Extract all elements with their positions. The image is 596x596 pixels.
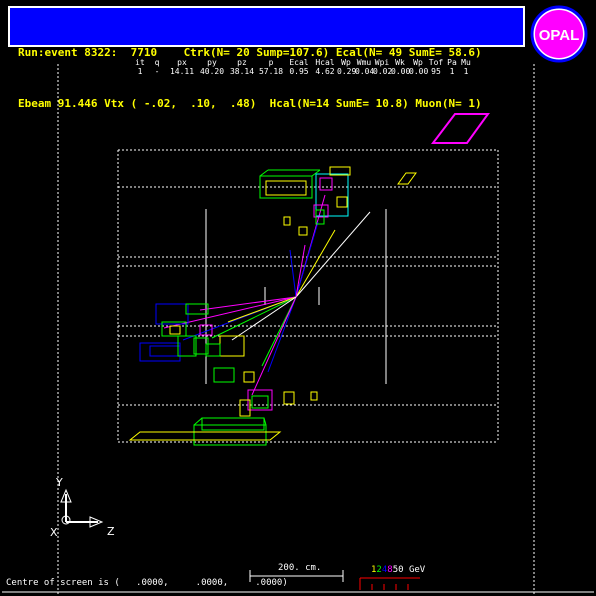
energy-digit-50: 50 GeV <box>392 565 426 575</box>
axis-z-label: Z <box>107 525 115 538</box>
axes-indicator: Y X Z <box>50 476 115 539</box>
energy-scale-label: 124850 GeV <box>371 565 425 575</box>
tracks <box>163 194 371 396</box>
screen-frame <box>2 64 594 595</box>
axis-x-label: X <box>50 526 58 539</box>
detector-outline <box>117 149 499 443</box>
axis-y-label: Y <box>55 476 63 489</box>
opal-logo: OPAL <box>530 5 588 63</box>
scale-label: 200. cm. <box>278 563 322 573</box>
centre-of-screen: Centre of screen is ( .0000, .0000, .000… <box>6 578 288 588</box>
energy-scale-bars <box>359 577 420 590</box>
detector-view: OPAL Y X Z <box>2 5 594 595</box>
muon-hit <box>430 113 490 144</box>
logo-text: OPAL <box>539 27 580 44</box>
event-display: Run:event 8322: 7710 Ctrk(N= 20 Sump=107… <box>0 0 596 596</box>
